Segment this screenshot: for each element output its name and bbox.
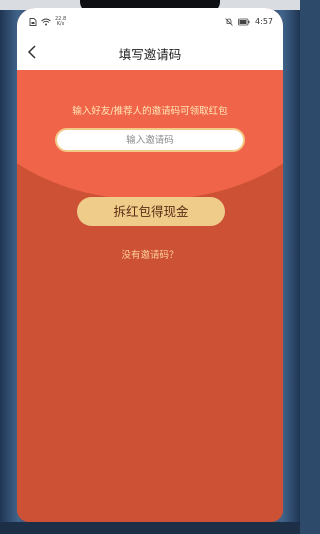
page-title: 填写邀请码	[118, 47, 182, 62]
sim-card-icon	[29, 18, 37, 26]
nav-bar: 填写邀请码	[17, 34, 283, 70]
phone-bottom-edge	[0, 522, 300, 534]
open-red-envelope-button[interactable]: 拆红包得现金	[77, 197, 225, 226]
mute-icon	[225, 17, 233, 26]
no-invite-code-link[interactable]: 没有邀请码？	[17, 247, 283, 261]
phone-frame: 22.8 K/s 4:57 填写邀请码 输入好友/推荐人的邀请码可领取红包 输入…	[0, 0, 300, 534]
status-bar-left: 22.8 K/s	[29, 17, 66, 27]
red-envelope-page: 输入好友/推荐人的邀请码可领取红包 拆红包得现金 没有邀请码？	[17, 70, 283, 522]
status-bar-right: 4:57	[225, 17, 273, 26]
wifi-icon	[41, 18, 51, 26]
network-speed: 22.8 K/s	[55, 17, 66, 27]
phone-screen: 22.8 K/s 4:57 填写邀请码 输入好友/推荐人的邀请码可领取红包 输入…	[17, 8, 283, 522]
battery-icon	[238, 18, 250, 25]
status-bar: 22.8 K/s 4:57	[17, 8, 283, 34]
network-speed-unit: K/s	[56, 21, 65, 27]
status-time: 4:57	[255, 17, 273, 26]
invite-code-input[interactable]	[55, 128, 245, 152]
invite-hint-text: 输入好友/推荐人的邀请码可领取红包	[72, 106, 228, 117]
